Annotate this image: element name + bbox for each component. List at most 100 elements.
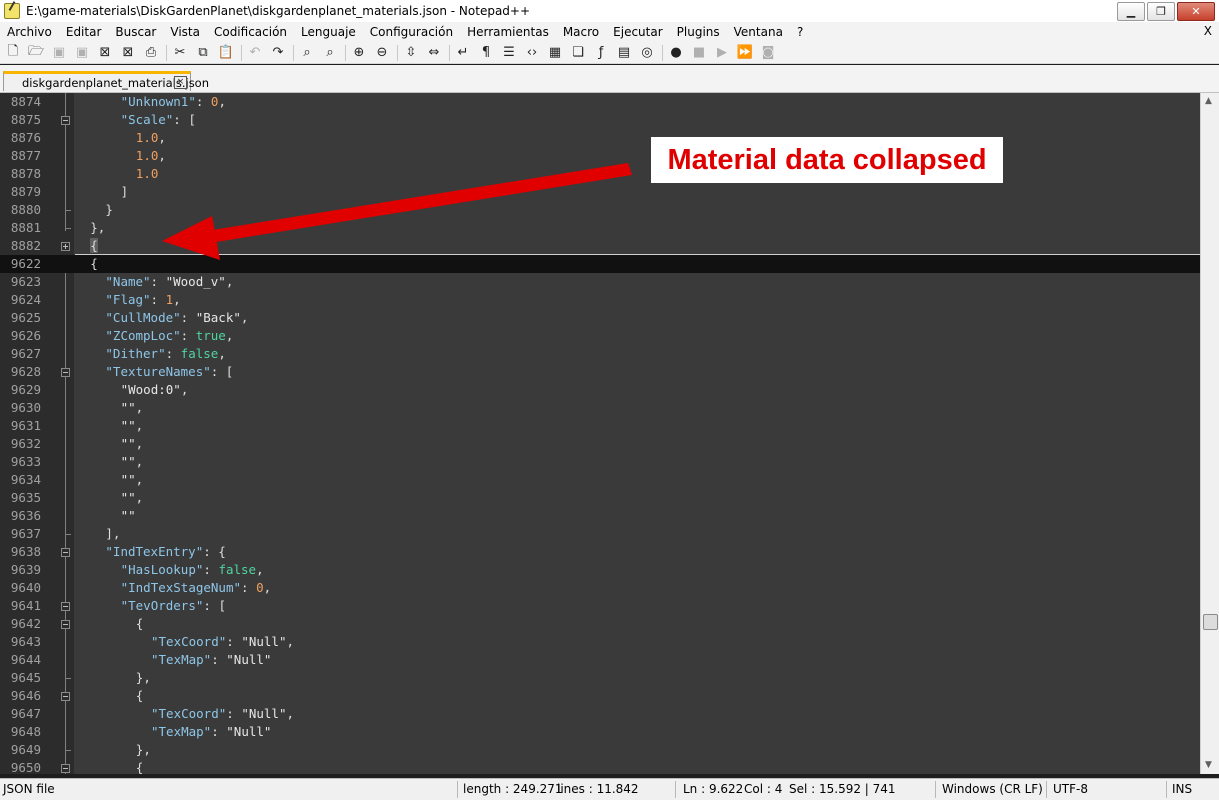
indent-guide-icon[interactable]: ☰ bbox=[500, 44, 518, 62]
save-all-icon[interactable]: ▣ bbox=[73, 44, 91, 62]
code-line[interactable]: 9643 "TexCoord": "Null", bbox=[0, 633, 1200, 651]
code-line[interactable]: 9635 "", bbox=[0, 489, 1200, 507]
code-line[interactable]: 9627 "Dither": false, bbox=[0, 345, 1200, 363]
code-line[interactable]: 8874 "Unknown1": 0, bbox=[0, 93, 1200, 111]
status-insert-mode[interactable]: INS bbox=[1172, 782, 1192, 796]
code-line[interactable]: 9633 "", bbox=[0, 453, 1200, 471]
code-line[interactable]: 8878 1.0 bbox=[0, 165, 1200, 183]
line-number: 9649 bbox=[10, 742, 41, 757]
close-file-icon[interactable]: ⊠ bbox=[96, 44, 114, 62]
menu-vista[interactable]: Vista bbox=[163, 25, 207, 39]
replace-icon[interactable]: ⌕ bbox=[321, 44, 339, 62]
zoom-in-icon[interactable]: ⊕ bbox=[350, 44, 368, 62]
menu-configuracion[interactable]: Configuración bbox=[363, 25, 460, 39]
code-line[interactable]: 9630 "", bbox=[0, 399, 1200, 417]
code-line[interactable]: 9646 { bbox=[0, 687, 1200, 705]
menu-herramientas[interactable]: Herramientas bbox=[460, 25, 556, 39]
xml-tag-icon[interactable]: ‹› bbox=[523, 44, 541, 62]
menu-plugins[interactable]: Plugins bbox=[670, 25, 727, 39]
code-line[interactable]: 9640 "IndTexStageNum": 0, bbox=[0, 579, 1200, 597]
scroll-down-icon[interactable]: ▼ bbox=[1205, 760, 1212, 770]
open-file-icon[interactable]: 🗁 bbox=[27, 44, 45, 62]
paste-icon[interactable]: 📋 bbox=[217, 44, 235, 62]
status-eol[interactable]: Windows (CR LF) bbox=[942, 782, 1043, 796]
code-line[interactable]: 9637], bbox=[0, 525, 1200, 543]
document-list-icon[interactable]: ❏ bbox=[569, 44, 587, 62]
minimize-button[interactable]: ▁ bbox=[1117, 2, 1145, 21]
code-line[interactable]: 9647 "TexCoord": "Null", bbox=[0, 705, 1200, 723]
code-line[interactable]: 9644 "TexMap": "Null" bbox=[0, 651, 1200, 669]
new-file-icon[interactable]: 🗋 bbox=[4, 44, 22, 62]
stop-macro-icon[interactable]: ■ bbox=[690, 44, 708, 62]
code-line[interactable]: 9625 "CullMode": "Back", bbox=[0, 309, 1200, 327]
scroll-up-icon[interactable]: ▲ bbox=[1205, 96, 1212, 106]
document-map-icon[interactable]: ▦ bbox=[546, 44, 564, 62]
close-document-x[interactable]: X bbox=[1204, 24, 1212, 38]
close-all-icon[interactable]: ⊠ bbox=[119, 44, 137, 62]
menu-archivo[interactable]: Archivo bbox=[0, 25, 59, 39]
code-line[interactable]: 9632 "", bbox=[0, 435, 1200, 453]
code-line[interactable]: 8877 1.0, bbox=[0, 147, 1200, 165]
code-line[interactable]: 9626 "ZCompLoc": true, bbox=[0, 327, 1200, 345]
code-line[interactable]: 9628 "TextureNames": [ bbox=[0, 363, 1200, 381]
code-line[interactable]: 8876 1.0, bbox=[0, 129, 1200, 147]
sync-vertical-icon[interactable]: ⇳ bbox=[402, 44, 420, 62]
code-line[interactable]: 9639 "HasLookup": false, bbox=[0, 561, 1200, 579]
code-editor[interactable]: 8874 "Unknown1": 0, 8875 "Scale": [8876 1.0,… bbox=[0, 93, 1200, 774]
show-all-chars-icon[interactable]: ¶ bbox=[477, 44, 495, 62]
code-line[interactable]: 9649}, bbox=[0, 741, 1200, 759]
run-macro-multiple-icon[interactable]: ⏩ bbox=[736, 44, 754, 62]
code-line[interactable]: 9624 "Flag": 1, bbox=[0, 291, 1200, 309]
code-line[interactable]: 9636 "" bbox=[0, 507, 1200, 525]
zoom-out-icon[interactable]: ⊖ bbox=[373, 44, 391, 62]
code-line[interactable]: 9631 "", bbox=[0, 417, 1200, 435]
tab-close-icon[interactable]: × bbox=[174, 76, 187, 89]
code-line[interactable]: 8882 { bbox=[0, 237, 1200, 255]
code-line[interactable]: 9623 "Name": "Wood_v", bbox=[0, 273, 1200, 291]
play-macro-icon[interactable]: ▶ bbox=[713, 44, 731, 62]
menu-ventana[interactable]: Ventana bbox=[727, 25, 790, 39]
find-icon[interactable]: ⌕ bbox=[298, 44, 316, 62]
code-line[interactable]: 8880} bbox=[0, 201, 1200, 219]
code-line[interactable]: 9634 "", bbox=[0, 471, 1200, 489]
folder-workspace-icon[interactable]: ▤ bbox=[615, 44, 633, 62]
record-macro-icon[interactable]: ● bbox=[667, 44, 685, 62]
save-macro-icon[interactable]: ◙ bbox=[759, 44, 777, 62]
code-line[interactable]: 8879] bbox=[0, 183, 1200, 201]
status-encoding[interactable]: UTF-8 bbox=[1053, 782, 1088, 796]
status-selection: Sel : 15.592 | 741 bbox=[789, 782, 896, 796]
menu-help[interactable]: ? bbox=[790, 25, 810, 39]
menu-codificacion[interactable]: Codificación bbox=[207, 25, 294, 39]
menu-lenguaje[interactable]: Lenguaje bbox=[294, 25, 363, 39]
code-line[interactable]: 9650 { bbox=[0, 759, 1200, 774]
undo-icon[interactable]: ↶ bbox=[246, 44, 264, 62]
vertical-scrollbar[interactable]: ▲ ▼ bbox=[1200, 93, 1219, 774]
code-line[interactable]: 9622 { bbox=[0, 255, 1200, 273]
menu-ejecutar[interactable]: Ejecutar bbox=[606, 25, 670, 39]
code-line[interactable]: 9638 "IndTexEntry": { bbox=[0, 543, 1200, 561]
cut-icon[interactable]: ✂ bbox=[171, 44, 189, 62]
copy-icon[interactable]: ⧉ bbox=[194, 44, 212, 62]
menu-buscar[interactable]: Buscar bbox=[108, 25, 163, 39]
code-line[interactable]: 9629 "Wood:0", bbox=[0, 381, 1200, 399]
code-line[interactable]: 9645}, bbox=[0, 669, 1200, 687]
code-line[interactable]: 9641 "TevOrders": [ bbox=[0, 597, 1200, 615]
function-list-icon[interactable]: ƒ bbox=[592, 44, 610, 62]
print-icon[interactable]: ⎙ bbox=[142, 44, 160, 62]
menu-editar[interactable]: Editar bbox=[59, 25, 109, 39]
redo-icon[interactable]: ↷ bbox=[269, 44, 287, 62]
close-window-button[interactable]: ✕ bbox=[1177, 2, 1215, 21]
line-text: "Unknown1": 0, bbox=[121, 93, 226, 111]
code-line[interactable]: 8875 "Scale": [ bbox=[0, 111, 1200, 129]
word-wrap-icon[interactable]: ↵ bbox=[454, 44, 472, 62]
code-line[interactable]: 8881}, bbox=[0, 219, 1200, 237]
maximize-button[interactable]: ❐ bbox=[1147, 2, 1175, 21]
save-icon[interactable]: ▣ bbox=[50, 44, 68, 62]
code-line[interactable]: 9642 { bbox=[0, 615, 1200, 633]
file-tab[interactable]: diskgardenplanet_materials.json × bbox=[3, 71, 209, 91]
sync-horizontal-icon[interactable]: ⇔ bbox=[425, 44, 443, 62]
monitoring-icon[interactable]: ◎ bbox=[638, 44, 656, 62]
scrollbar-thumb[interactable] bbox=[1203, 614, 1218, 630]
code-line[interactable]: 9648 "TexMap": "Null" bbox=[0, 723, 1200, 741]
menu-macro[interactable]: Macro bbox=[556, 25, 606, 39]
